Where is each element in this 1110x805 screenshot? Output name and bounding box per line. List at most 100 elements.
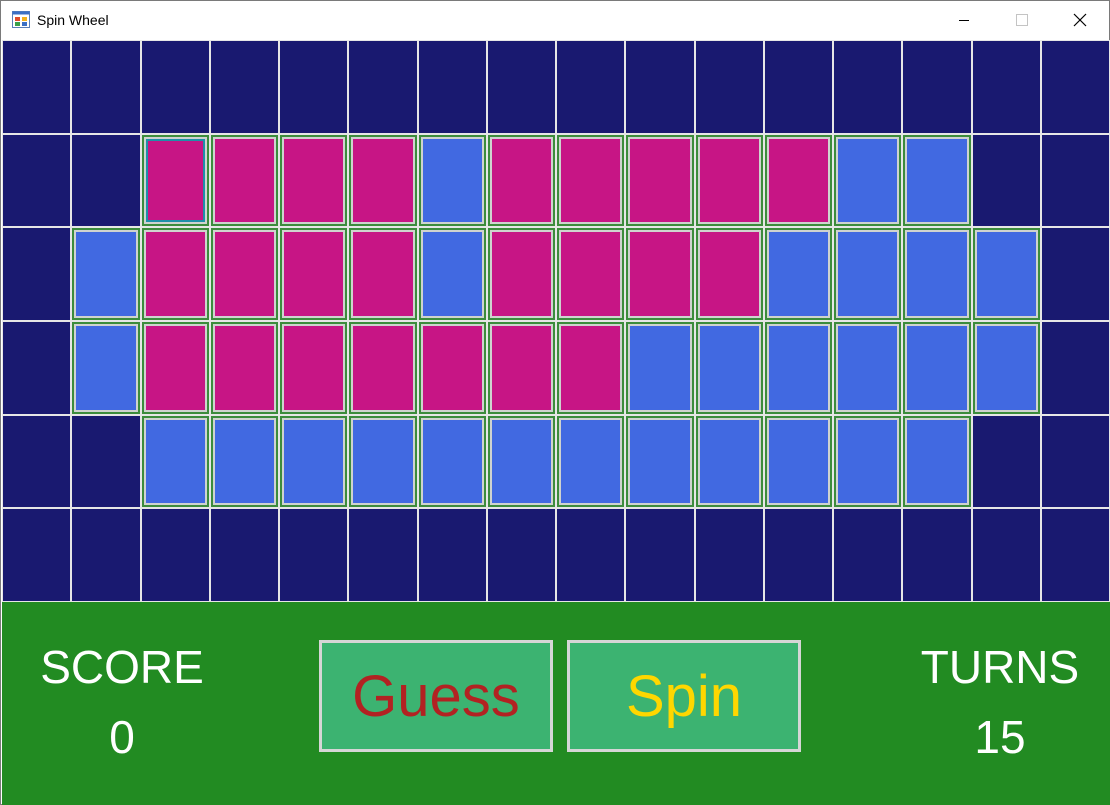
selected-letter-tile[interactable] (142, 135, 209, 226)
hidden-letter-tile[interactable] (419, 135, 486, 226)
revealed-letter-tile[interactable] (349, 322, 417, 414)
revealed-letter-tile[interactable] (557, 135, 624, 226)
empty-board-cell (626, 41, 694, 133)
hidden-tile-face (215, 420, 274, 503)
revealed-letter-tile[interactable] (142, 322, 209, 414)
hidden-tile-face (700, 420, 759, 503)
revealed-letter-tile[interactable] (765, 135, 832, 226)
hidden-letter-tile[interactable] (626, 322, 694, 414)
hidden-tile-face (700, 326, 759, 410)
hidden-letter-tile[interactable] (349, 416, 417, 507)
close-button[interactable] (1051, 1, 1109, 39)
guess-button[interactable]: Guess (319, 640, 553, 752)
revealed-letter-tile[interactable] (696, 228, 763, 320)
hidden-letter-tile[interactable] (973, 228, 1040, 320)
app-window-icon (12, 11, 30, 28)
hidden-letter-tile[interactable] (696, 322, 763, 414)
empty-board-cell (557, 509, 624, 601)
revealed-letter-tile[interactable] (488, 135, 555, 226)
control-panel: SCORE 0 Guess Spin TURNS 15 (2, 602, 1110, 805)
revealed-tile-face (561, 139, 620, 222)
hidden-letter-tile[interactable] (903, 416, 971, 507)
hidden-letter-tile[interactable] (142, 416, 209, 507)
revealed-letter-tile[interactable] (696, 135, 763, 226)
hidden-letter-tile[interactable] (973, 322, 1040, 414)
spin-button[interactable]: Spin (567, 640, 801, 752)
hidden-letter-tile[interactable] (419, 416, 486, 507)
revealed-letter-tile[interactable] (280, 228, 347, 320)
empty-board-cell (349, 41, 417, 133)
hidden-letter-tile[interactable] (903, 135, 971, 226)
revealed-letter-tile[interactable] (211, 135, 278, 226)
hidden-letter-tile[interactable] (765, 322, 832, 414)
hidden-tile-face (977, 326, 1036, 410)
revealed-tile-face (215, 139, 274, 222)
hidden-letter-tile[interactable] (626, 416, 694, 507)
hidden-letter-tile[interactable] (419, 228, 486, 320)
window-title: Spin Wheel (37, 12, 109, 28)
revealed-tile-face (146, 139, 205, 222)
empty-board-cell (3, 41, 70, 133)
hidden-letter-tile[interactable] (557, 416, 624, 507)
hidden-tile-face (492, 420, 551, 503)
hidden-letter-tile[interactable] (72, 322, 140, 414)
empty-board-cell (973, 509, 1040, 601)
revealed-letter-tile[interactable] (349, 135, 417, 226)
revealed-letter-tile[interactable] (280, 135, 347, 226)
empty-board-cell (488, 41, 555, 133)
turns-value: 15 (974, 711, 1026, 763)
app-window: Spin Wheel SCORE 0 Guess Spin TURNS 15 (0, 0, 1110, 805)
empty-board-cell (696, 41, 763, 133)
hidden-tile-face (630, 420, 690, 503)
hidden-tile-face (907, 420, 967, 503)
hidden-letter-tile[interactable] (834, 416, 901, 507)
empty-board-cell (765, 509, 832, 601)
revealed-letter-tile[interactable] (557, 322, 624, 414)
hidden-letter-tile[interactable] (834, 135, 901, 226)
revealed-tile-face (353, 232, 413, 316)
hidden-tile-face (838, 326, 897, 410)
revealed-tile-face (492, 232, 551, 316)
revealed-letter-tile[interactable] (280, 322, 347, 414)
hidden-tile-face (838, 232, 897, 316)
revealed-letter-tile[interactable] (211, 228, 278, 320)
hidden-letter-tile[interactable] (903, 228, 971, 320)
empty-board-cell (3, 228, 70, 320)
empty-board-cell (72, 416, 140, 507)
empty-board-cell (1042, 41, 1109, 133)
hidden-letter-tile[interactable] (72, 228, 140, 320)
revealed-tile-face (561, 326, 620, 410)
hidden-letter-tile[interactable] (488, 416, 555, 507)
revealed-letter-tile[interactable] (488, 228, 555, 320)
hidden-letter-tile[interactable] (765, 416, 832, 507)
hidden-letter-tile[interactable] (696, 416, 763, 507)
hidden-letter-tile[interactable] (211, 416, 278, 507)
revealed-letter-tile[interactable] (626, 228, 694, 320)
hidden-letter-tile[interactable] (834, 228, 901, 320)
revealed-tile-face (561, 232, 620, 316)
revealed-letter-tile[interactable] (557, 228, 624, 320)
hidden-letter-tile[interactable] (834, 322, 901, 414)
empty-board-cell (280, 41, 347, 133)
minimize-button[interactable] (935, 1, 993, 39)
hidden-tile-face (907, 139, 967, 222)
hidden-letter-tile[interactable] (765, 228, 832, 320)
revealed-letter-tile[interactable] (211, 322, 278, 414)
revealed-letter-tile[interactable] (419, 322, 486, 414)
revealed-letter-tile[interactable] (626, 135, 694, 226)
empty-board-cell (211, 41, 278, 133)
hidden-letter-tile[interactable] (903, 322, 971, 414)
empty-board-cell (72, 509, 140, 601)
empty-board-cell (3, 509, 70, 601)
maximize-button[interactable] (993, 1, 1051, 39)
revealed-letter-tile[interactable] (349, 228, 417, 320)
hidden-tile-face (769, 326, 828, 410)
revealed-letter-tile[interactable] (488, 322, 555, 414)
hidden-tile-face (76, 326, 136, 410)
title-bar[interactable]: Spin Wheel (1, 1, 1109, 39)
revealed-tile-face (353, 326, 413, 410)
revealed-tile-face (146, 326, 205, 410)
hidden-letter-tile[interactable] (280, 416, 347, 507)
revealed-letter-tile[interactable] (142, 228, 209, 320)
empty-board-cell (834, 41, 901, 133)
